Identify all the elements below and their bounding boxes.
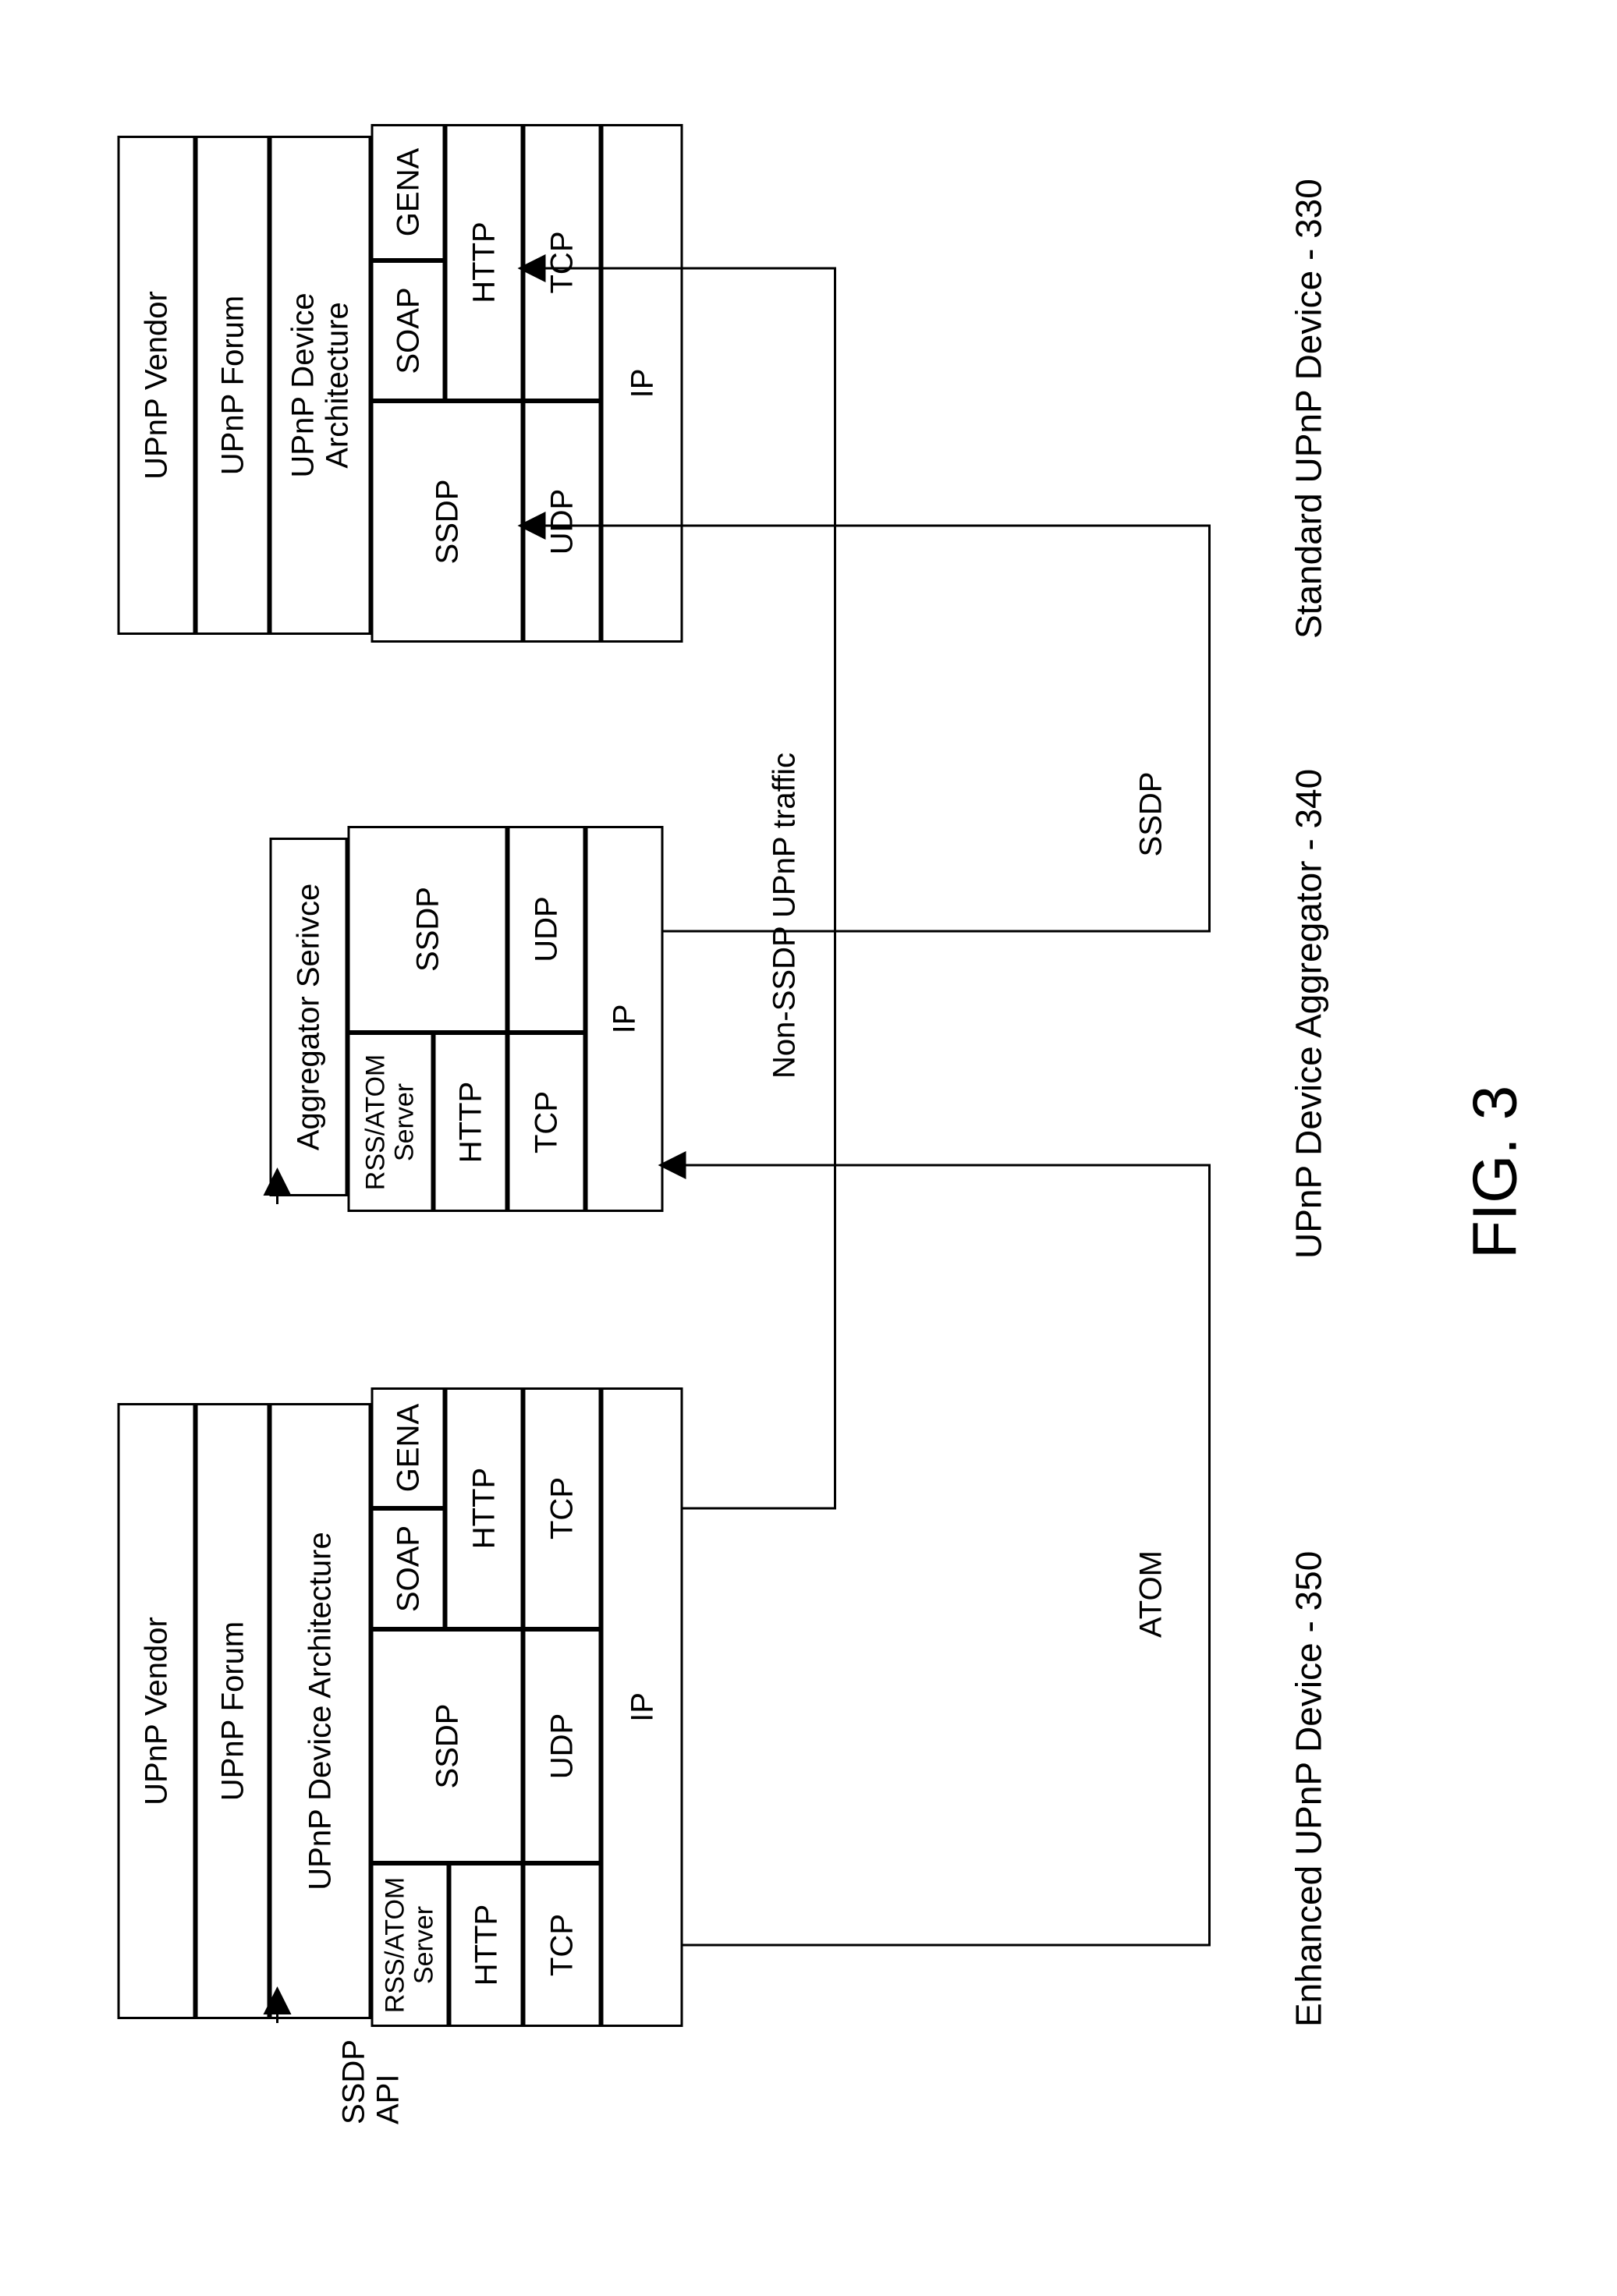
mid-tcp-label: TCP xyxy=(507,1033,585,1212)
ssdp-api-label: SSDP API xyxy=(335,2031,406,2124)
left-http-l-label: HTTP xyxy=(449,1863,523,2027)
link-nonssdp-label: Non-SSDP UPnP traffic xyxy=(764,721,803,1111)
mid-ssdp-label: SSDP xyxy=(347,826,507,1033)
left-ip-label: IP xyxy=(601,1387,683,2027)
link-atom-label: ATOM xyxy=(1131,1516,1170,1672)
left-ssdp-label: SSDP xyxy=(371,1629,523,1863)
right-gena-label: GENA xyxy=(371,124,445,260)
left-tcp-r-label: TCP xyxy=(523,1387,601,1629)
right-ssdp-label: SSDP xyxy=(371,401,523,643)
right-arch-label: UPnP Device Architecture xyxy=(269,136,371,635)
right-http-label: HTTP xyxy=(445,124,523,401)
left-gena-label: GENA xyxy=(371,1387,445,1508)
mid-caption: UPnP Device Aggregator - 340 xyxy=(1287,769,1329,1259)
right-udp-label: UDP xyxy=(523,401,601,643)
left-arch-label: UPnP Device Architecture xyxy=(269,1403,371,2019)
left-udp-label: UDP xyxy=(523,1629,601,1863)
figure-caption: FIG. 3 xyxy=(1459,1086,1530,1259)
mid-agg-label: Aggregator Serivce xyxy=(269,838,347,1196)
right-caption: Standard UPnP Device - 330 xyxy=(1287,179,1329,639)
mid-udp-label: UDP xyxy=(507,826,585,1033)
left-forum-label: UPnP Forum xyxy=(195,1403,269,2019)
left-caption: Enhanced UPnP Device - 350 xyxy=(1287,1551,1329,2027)
left-vendor-label: UPnP Vendor xyxy=(117,1403,195,2019)
left-soap-label: SOAP xyxy=(371,1508,445,1629)
mid-http-label: HTTP xyxy=(433,1033,507,1212)
right-forum-label: UPnP Forum xyxy=(195,136,269,635)
link-ssdp-label: SSDP xyxy=(1131,736,1170,892)
right-tcp-label: TCP xyxy=(523,124,601,401)
left-tcp-l-label: TCP xyxy=(523,1863,601,2027)
right-soap-label: SOAP xyxy=(371,260,445,401)
right-ip-label: IP xyxy=(601,124,683,643)
mid-ip-label: IP xyxy=(585,826,663,1212)
left-rss-label: RSS/ATOM Server xyxy=(371,1863,449,2027)
mid-rss-label: RSS/ATOM Server xyxy=(347,1033,433,1212)
left-http-r-label: HTTP xyxy=(445,1387,523,1629)
right-vendor-label: UPnP Vendor xyxy=(117,136,195,635)
